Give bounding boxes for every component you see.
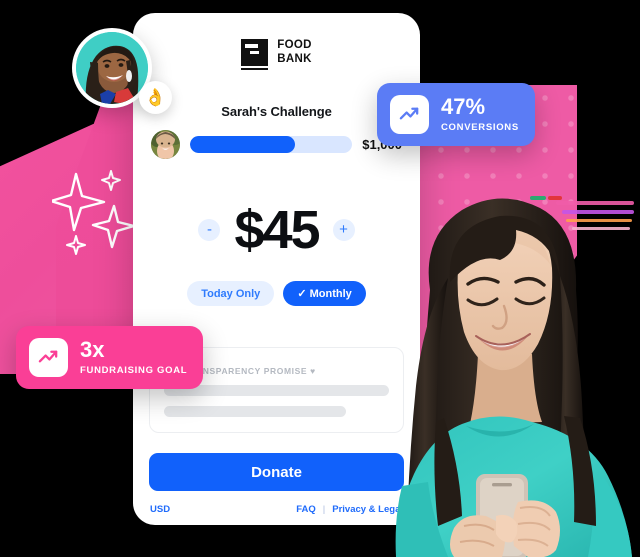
increment-amount-button[interactable]: + [332,219,355,241]
card-footer: USD FAQ | Privacy & Legal [150,504,403,515]
currency-selector[interactable]: USD [150,504,170,515]
frequency-option-monthly-label: Monthly [309,288,352,300]
check-icon: ✓ [297,288,307,300]
reaction-emoji-badge: 👌 [139,81,172,114]
conversions-caption: CONVERSIONS [441,122,519,133]
promo-illustration: FOOD BANK Sarah's Challenge $1,000 - $45… [0,0,640,557]
food-bank-logo-icon [241,39,269,70]
fundraising-goal-stat-badge: 3x FUNDRAISING GOAL [16,326,204,389]
fundraising-goal-value: 3x [80,337,105,362]
conversions-stat-badge: 47% CONVERSIONS [377,83,535,146]
skeleton-line [164,385,389,396]
supporter-avatar: 👌 [72,28,172,116]
donation-frequency-toggle: Today Only ✓ Monthly [133,281,420,306]
footer-divider: | [322,504,326,515]
brand-name: FOOD BANK [277,39,312,65]
supporter-avatar-photo [76,32,148,104]
donation-amount-stepper: - $45 + [133,203,420,257]
donation-form-card: FOOD BANK Sarah's Challenge $1,000 - $45… [133,13,420,525]
challenge-organizer-avatar [151,130,180,159]
ok-hand-emoji: 👌 [144,87,167,107]
decrement-amount-button[interactable]: - [198,219,221,241]
faq-link[interactable]: FAQ [296,504,316,515]
trending-up-icon [390,95,429,134]
donation-amount-value: $45 [234,200,320,260]
progress-bar [190,136,353,153]
progress-bar-fill [190,136,296,153]
trending-up-icon [29,338,68,377]
frequency-option-today-only[interactable]: Today Only [187,281,275,306]
woman-holding-phone-photo [395,198,632,557]
frequency-option-monthly[interactable]: ✓ Monthly [283,281,366,306]
brand-logo: FOOD BANK [133,39,420,70]
skeleton-line [164,406,347,417]
donate-button[interactable]: Donate [149,453,404,491]
fundraising-goal-caption: FUNDRAISING GOAL [80,365,188,376]
conversions-value: 47% [441,94,486,119]
